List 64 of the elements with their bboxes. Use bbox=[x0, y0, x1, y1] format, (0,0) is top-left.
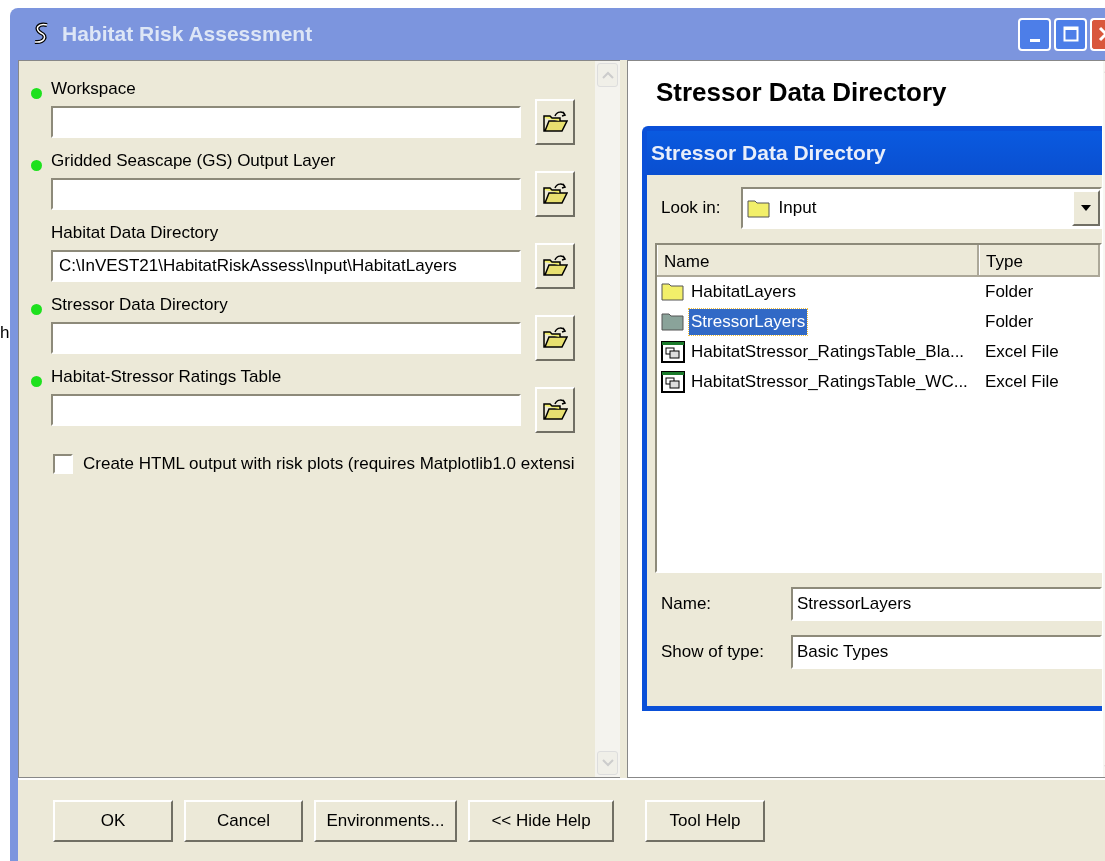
file-name[interactable]: HabitatStressor_RatingsTable_Bla... bbox=[689, 339, 967, 365]
file-type: Folder bbox=[984, 281, 1035, 304]
look-in-label: Look in: bbox=[661, 197, 721, 220]
dialog-button[interactable]: << Hide Help bbox=[468, 799, 614, 842]
column-header[interactable]: Type bbox=[979, 245, 1100, 275]
field-label: Habitat-Stressor Ratings Table bbox=[51, 367, 283, 387]
browse-button[interactable] bbox=[535, 171, 575, 217]
browse-button[interactable] bbox=[535, 99, 575, 145]
scrollbar[interactable] bbox=[595, 61, 620, 777]
path-field[interactable] bbox=[51, 106, 521, 138]
open-folder-icon bbox=[542, 398, 568, 422]
file-type: Folder bbox=[984, 311, 1035, 334]
minimize-icon bbox=[1029, 38, 1040, 42]
folder-icon bbox=[661, 282, 685, 302]
folder-icon bbox=[746, 198, 771, 219]
dialog-button[interactable]: Environments... bbox=[314, 799, 457, 842]
tool-help-button[interactable]: Tool Help bbox=[645, 799, 765, 842]
path-field[interactable]: C:\InVEST21\HabitatRiskAssess\Input\HabitatLayers bbox=[51, 250, 521, 282]
type-label: Show of type: bbox=[661, 641, 765, 664]
required-dot bbox=[31, 87, 42, 99]
column-header[interactable]: Name bbox=[657, 245, 979, 275]
checkbox-label: Create HTML output with risk plots (requires Matplotlib1.0 extensi bbox=[83, 453, 575, 475]
maximize-icon bbox=[1062, 26, 1079, 42]
minimize-button[interactable] bbox=[1018, 17, 1051, 51]
file-type: Excel File bbox=[984, 371, 1060, 394]
type-field[interactable]: Basic Types bbox=[791, 635, 1102, 669]
name-field[interactable]: StressorLayers bbox=[791, 587, 1102, 621]
scroll-up-icon bbox=[601, 71, 614, 79]
window-title: Habitat Risk Assessment bbox=[62, 21, 313, 48]
dialog-button[interactable]: OK bbox=[53, 799, 173, 842]
background-text: h bbox=[0, 322, 10, 344]
dialog-button[interactable]: Cancel bbox=[184, 799, 303, 842]
dropdown-arrow-icon bbox=[1080, 204, 1092, 212]
path-field[interactable] bbox=[51, 178, 521, 210]
browse-button[interactable] bbox=[535, 387, 575, 433]
required-dot bbox=[31, 303, 42, 315]
file-type: Excel File bbox=[984, 341, 1060, 364]
table-file-icon bbox=[661, 371, 685, 393]
open-folder-icon bbox=[542, 110, 568, 134]
field-label: Stressor Data Directory bbox=[51, 295, 229, 315]
checkbox[interactable] bbox=[53, 453, 73, 474]
table-file-icon bbox=[661, 341, 685, 363]
help-heading: Stressor Data Directory bbox=[656, 76, 948, 109]
file-name[interactable]: StressorLayers bbox=[689, 309, 808, 335]
path-field[interactable] bbox=[51, 394, 521, 426]
open-folder-icon bbox=[542, 182, 568, 206]
file-name[interactable]: HabitatStressor_RatingsTable_WC... bbox=[689, 369, 970, 395]
required-dot bbox=[31, 375, 42, 387]
path-field[interactable] bbox=[51, 322, 521, 354]
dialog-title: Stressor Data Directory bbox=[647, 131, 1102, 175]
look-in-dropdown[interactable]: Input bbox=[740, 187, 1102, 229]
maximize-button[interactable] bbox=[1054, 17, 1087, 51]
browse-button[interactable] bbox=[535, 315, 575, 361]
browse-button[interactable] bbox=[535, 243, 575, 289]
field-label: Workspace bbox=[51, 79, 137, 99]
field-label: Habitat Data Directory bbox=[51, 223, 220, 243]
open-folder-icon bbox=[542, 254, 568, 278]
field-label: Gridded Seascape (GS) Output Layer bbox=[51, 151, 337, 171]
file-name[interactable]: HabitatLayers bbox=[689, 279, 798, 305]
scroll-down-icon bbox=[601, 759, 614, 767]
required-dot bbox=[31, 159, 42, 171]
folder-icon bbox=[661, 312, 685, 332]
open-folder-icon bbox=[542, 326, 568, 350]
name-label: Name: bbox=[661, 593, 713, 616]
